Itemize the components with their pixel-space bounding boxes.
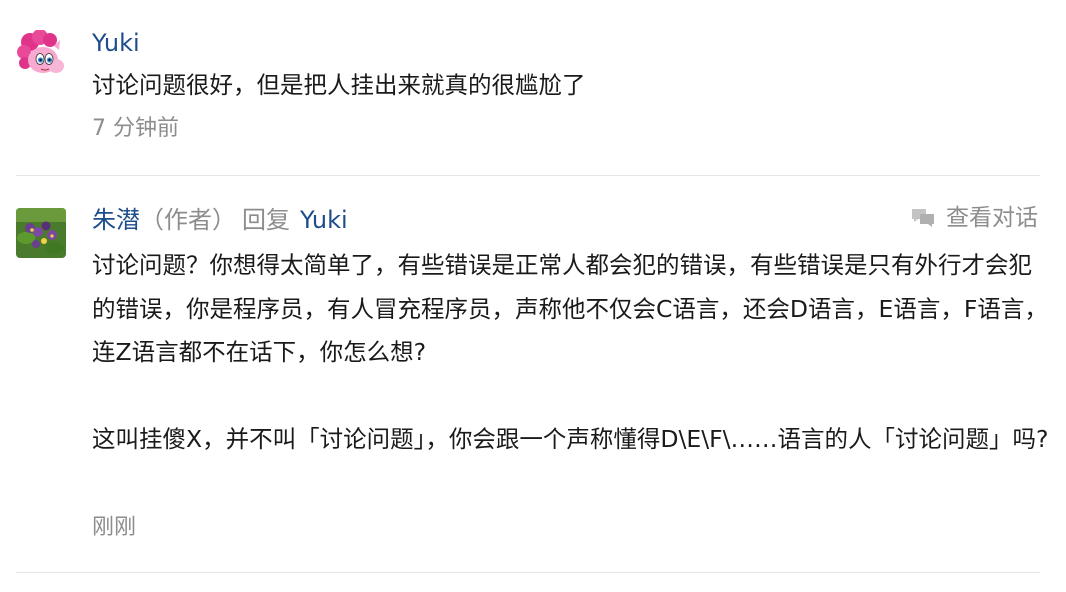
author-name[interactable]: 朱潜 (92, 206, 140, 234)
conversation-icon (912, 209, 934, 227)
comment-paragraph: 这叫挂傻X，并不叫「讨论问题」，你会跟一个声称懂得D\E\F\……语言的人「讨论… (92, 424, 1049, 453)
author-tag: （作者） (140, 206, 236, 234)
comment-content: 讨论问题很好，但是把人挂出来就真的很尴尬了 (92, 71, 586, 99)
reply-to-name[interactable]: Yuki (300, 206, 348, 234)
comment-item: Yuki 讨论问题很好，但是把人挂出来就真的很尴尬了 7 分钟前 (0, 0, 1066, 175)
author-avatar[interactable] (16, 30, 66, 80)
author-avatar[interactable] (16, 208, 66, 258)
comment-paragraph: 讨论问题？你想得太简单了，有些错误是正常人都会犯的错误，有些错误是只有外行才会犯… (92, 251, 1048, 366)
comment-time: 刚刚 (92, 515, 137, 540)
comment-item: 朱潜（作者） 回复 Yuki 讨论问题？你想得太简单了，有些错误是正常人都会犯的错误… (0, 176, 1066, 572)
flower-avatar-icon (16, 208, 66, 258)
pony-avatar-icon (16, 30, 66, 80)
author-line: 朱潜（作者） 回复 Yuki (92, 205, 348, 235)
author-name[interactable]: Yuki (92, 29, 140, 57)
reply-label: 回复 (242, 206, 290, 234)
view-conversation-label: 查看对话 (946, 205, 1038, 231)
comment-time: 7 分钟前 (92, 116, 179, 141)
view-conversation-button[interactable]: 查看对话 (910, 203, 1038, 233)
comment-content: 讨论问题？你想得太简单了，有些错误是正常人都会犯的错误，有些错误是只有外行才会犯… (92, 244, 1052, 461)
comment-divider (16, 572, 1040, 573)
author-line: Yuki (92, 28, 140, 58)
